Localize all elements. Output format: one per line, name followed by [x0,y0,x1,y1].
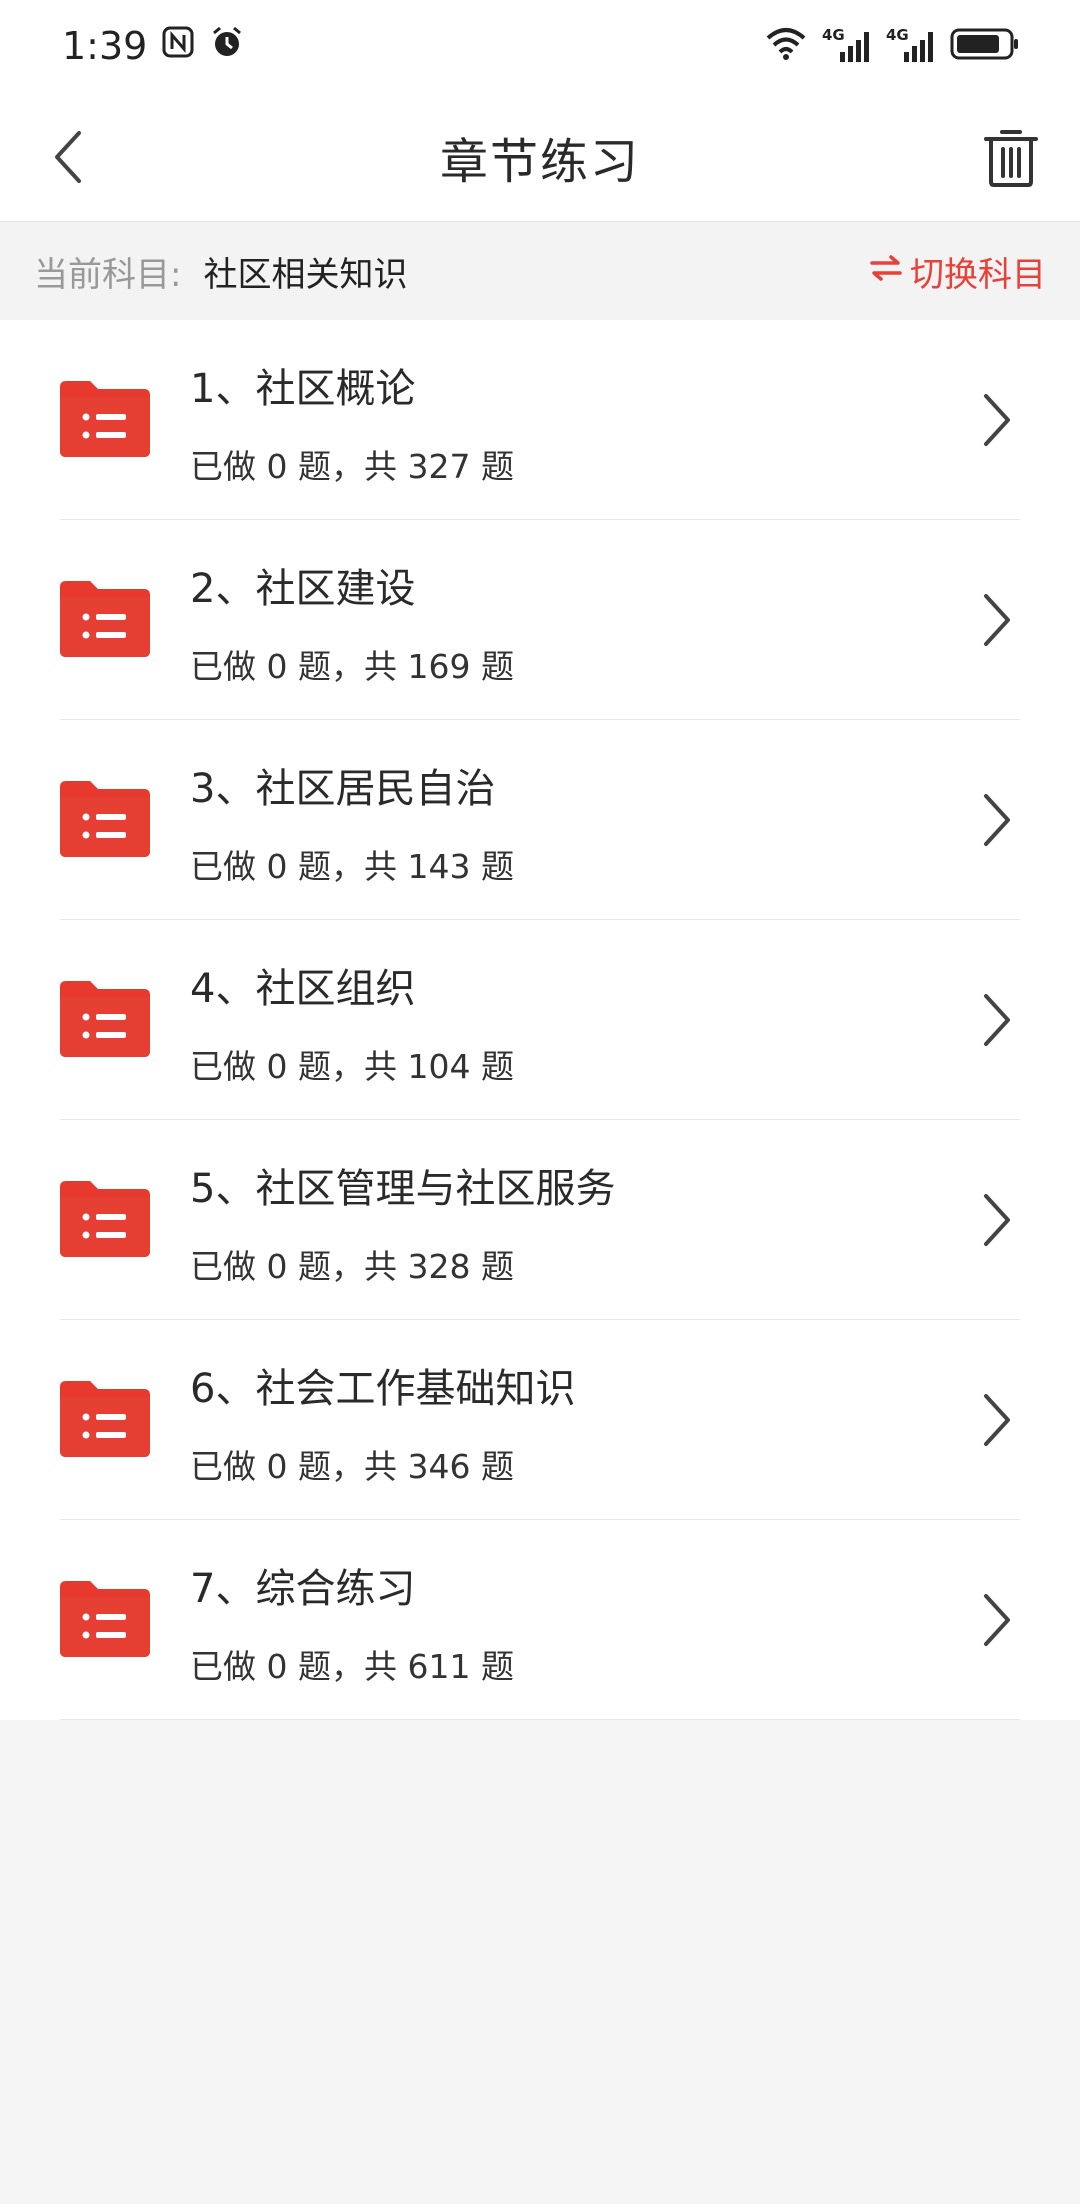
row-divider [60,1719,1020,1720]
chevron-right-icon [976,792,1016,848]
folder-list-icon [60,981,150,1057]
battery-icon [950,26,1020,66]
chapter-item[interactable]: 6、社会工作基础知识 已做 0 题，共 346 题 [0,1320,1080,1520]
folder-list-icon [60,581,150,657]
chapter-item[interactable]: 7、综合练习 已做 0 题，共 611 题 [0,1520,1080,1720]
chevron-right-icon [976,992,1016,1048]
nfc-icon [161,24,195,68]
chapter-item[interactable]: 3、社区居民自治 已做 0 题，共 143 题 [0,720,1080,920]
status-left: 1:39 [62,24,245,69]
subject-label: 当前科目: [34,254,182,295]
chapter-progress: 已做 0 题，共 327 题 [190,447,514,486]
chapter-progress: 已做 0 题，共 346 题 [190,1447,514,1486]
navigation-bar: 章节练习 [0,92,1080,222]
status-bar: 1:39 4G 4G [0,0,1080,92]
signal-icon-2: 4G [886,26,936,64]
chapter-title: 2、社区建设 [190,566,416,612]
folder-list-icon [60,381,150,457]
trash-icon[interactable] [976,122,1046,192]
status-right: 4G 4G [764,26,1020,66]
wifi-icon [764,26,808,66]
current-subject-bar: 当前科目: 社区相关知识 切换科目 [0,222,1080,320]
chevron-right-icon [976,1592,1016,1648]
folder-list-icon [60,1581,150,1657]
subject-value: 社区相关知识 [203,254,408,295]
switch-subject-button[interactable]: 切换科目 [870,247,1046,296]
chapter-progress: 已做 0 题，共 328 题 [190,1247,514,1286]
chevron-right-icon [976,1392,1016,1448]
chapter-title: 5、社区管理与社区服务 [190,1166,616,1212]
chapter-item[interactable]: 1、社区概论 已做 0 题，共 327 题 [0,320,1080,520]
status-time: 1:39 [62,24,148,68]
chapter-list: 1、社区概论 已做 0 题，共 327 题 2、社区建设 已做 0 题，共 16… [0,320,1080,1720]
chapter-progress: 已做 0 题，共 143 题 [190,847,514,886]
folder-list-icon [60,1381,150,1457]
alarm-icon [209,24,245,69]
switch-subject-label: 切换科目 [910,254,1046,295]
swap-icon [870,251,902,291]
signal-icon-1: 4G [822,26,872,64]
folder-list-icon [60,1181,150,1257]
chevron-right-icon [976,392,1016,448]
chapter-item[interactable]: 4、社区组织 已做 0 题，共 104 题 [0,920,1080,1120]
chapter-title: 7、综合练习 [190,1566,416,1612]
chapter-item[interactable]: 2、社区建设 已做 0 题，共 169 题 [0,520,1080,720]
chapter-progress: 已做 0 题，共 169 题 [190,647,514,686]
chapter-title: 4、社区组织 [190,966,416,1012]
chapter-title: 3、社区居民自治 [190,766,496,812]
page-title: 章节练习 [439,134,640,190]
chapter-title: 6、社会工作基础知识 [190,1366,576,1412]
chapter-progress: 已做 0 题，共 104 题 [190,1047,514,1086]
chapter-item[interactable]: 5、社区管理与社区服务 已做 0 题，共 328 题 [0,1120,1080,1320]
chevron-right-icon [976,1192,1016,1248]
chapter-title: 1、社区概论 [190,366,416,412]
chapter-progress: 已做 0 题，共 611 题 [190,1647,514,1686]
chevron-right-icon [976,592,1016,648]
folder-list-icon [60,781,150,857]
